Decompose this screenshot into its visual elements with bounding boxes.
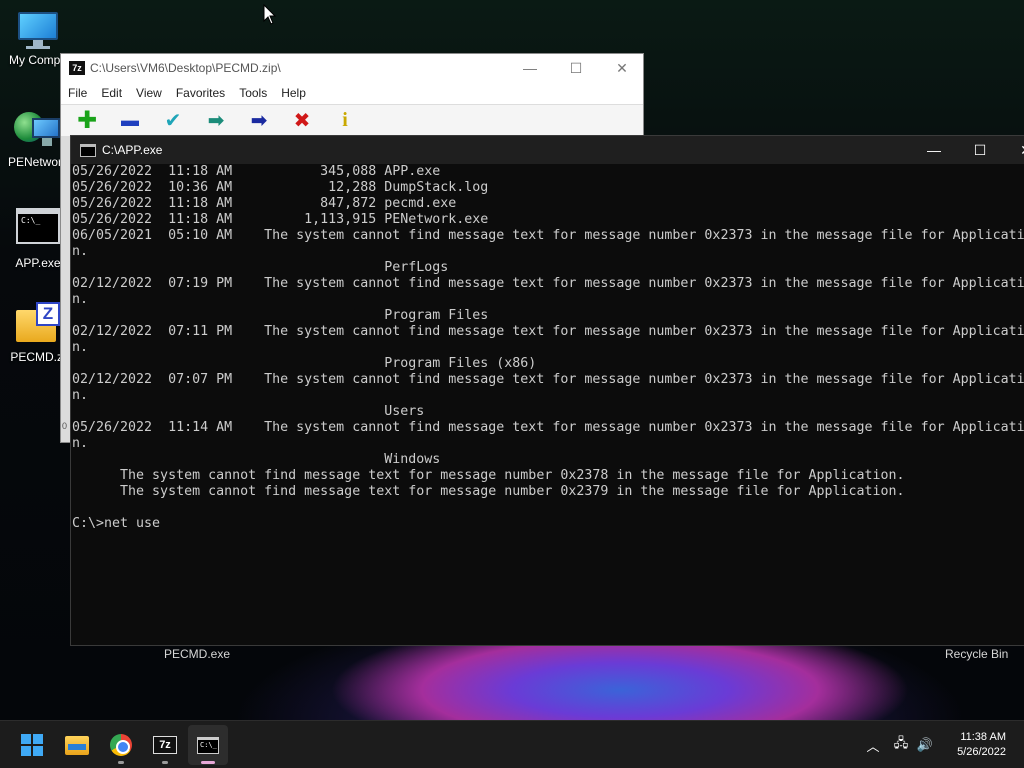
menu-tools[interactable]: Tools [232,86,274,100]
console-line: n. [72,292,89,307]
copy-icon[interactable]: ➡ [199,107,233,135]
console-line: 05/26/2022 11:18 AM 1,113,915 PENetwork.… [72,212,489,227]
folder-icon [65,735,89,755]
console-line: 02/12/2022 07:19 PM The system cannot fi… [72,276,1024,291]
zip-archive-icon: Z [16,302,60,342]
wallpaper-label-recycle-bin[interactable]: Recycle Bin [945,647,1008,661]
clock-time: 11:38 AM [960,731,1006,743]
chrome-icon [110,734,132,756]
close-icon[interactable]: ✕ [1003,136,1024,164]
menu-edit[interactable]: Edit [94,86,129,100]
console-line: Windows [72,452,441,467]
7zip-titlebar[interactable]: 7z C:\Users\VM6\Desktop\PECMD.zip\ — ☐ ✕ [61,54,643,82]
console-line: n. [72,244,89,259]
console-line: 02/12/2022 07:07 PM The system cannot fi… [72,372,1024,387]
console-line: 05/26/2022 10:36 AM 12,288 DumpStack.log [72,180,489,195]
console-line: Users [72,404,425,419]
console-line: 05/26/2022 11:18 AM 345,088 APP.exe [72,164,441,179]
7zip-toolbar: ✚ ▬ ✔ ➡ ➡ ✖ i [61,104,643,136]
running-indicator [118,761,124,764]
minimize-icon[interactable]: — [911,136,957,164]
console-line: 05/26/2022 11:18 AM 847,872 pecmd.exe [72,196,457,211]
mouse-cursor-icon [263,4,277,25]
console-app-icon: C:\_ [16,208,60,244]
console-line: 02/12/2022 07:11 PM The system cannot fi… [72,324,1024,339]
computer-icon [16,10,60,50]
extract-icon[interactable]: ▬ [113,107,147,135]
taskbar-chrome[interactable] [101,725,141,765]
side-text: 0 [62,421,68,431]
console-line: The system cannot find message text for … [72,484,905,499]
wallpaper-label-pecmd[interactable]: PECMD.exe [164,647,230,661]
console-line: n. [72,340,89,355]
7zip-app-icon: 7z [69,61,85,75]
cmd-window-title: C:\APP.exe [102,143,163,157]
network-icon [14,108,62,152]
windows-logo-icon [21,734,43,756]
move-icon[interactable]: ➡ [242,107,276,135]
menu-file[interactable]: File [61,86,94,100]
maximize-icon[interactable]: ☐ [957,136,1003,164]
clock-date: 5/26/2022 [957,746,1006,758]
taskbar: 7z C:\_ ︿ 🖧 🔊 11:38 AM 5/26/2022 [0,720,1024,768]
start-button[interactable] [12,725,52,765]
7zip-window-title: C:\Users\VM6\Desktop\PECMD.zip\ [90,61,281,75]
console-line: The system cannot find message text for … [72,468,905,483]
console-line: 05/26/2022 11:14 AM The system cannot fi… [72,420,1024,435]
delete-icon[interactable]: ✖ [285,107,319,135]
add-icon[interactable]: ✚ [70,107,104,135]
console-line: C:\>net use [72,516,161,531]
network-icon[interactable]: 🖧 [890,721,912,768]
menu-favorites[interactable]: Favorites [169,86,232,100]
maximize-icon[interactable]: ☐ [553,54,599,82]
7zip-icon: 7z [153,736,177,754]
desktop: My Compu PENetwork C:\_ APP.exe Z PECMD.… [0,0,1024,720]
active-indicator [201,761,215,764]
clock[interactable]: 11:38 AM 5/26/2022 [957,730,1006,760]
7zip-menubar: File Edit View Favorites Tools Help [61,82,643,104]
menu-help[interactable]: Help [274,86,313,100]
show-hidden-icons-chevron-icon[interactable]: ︿ [862,721,884,768]
console-line: n. [72,436,89,451]
taskbar-7zip[interactable]: 7z [145,725,185,765]
command-prompt-icon: C:\_ [197,736,219,754]
info-icon[interactable]: i [328,107,362,135]
command-prompt-window[interactable]: C:\APP.exe — ☐ ✕ 05/26/2022 11:18 AM 345… [70,135,1024,646]
taskbar-file-explorer[interactable] [57,725,97,765]
running-indicator [162,761,168,764]
minimize-icon[interactable]: — [507,54,553,82]
taskbar-command-prompt[interactable]: C:\_ [188,725,228,765]
console-line: PerfLogs [72,260,449,275]
close-icon[interactable]: ✕ [599,54,645,82]
cmd-titlebar[interactable]: C:\APP.exe — ☐ ✕ [71,136,1024,164]
volume-icon[interactable]: 🔊 [914,721,936,768]
console-output[interactable]: 05/26/2022 11:18 AM 345,088 APP.exe 05/26… [71,164,1024,645]
cmd-app-icon [80,143,96,157]
console-line: 06/05/2021 05:10 AM The system cannot fi… [72,228,1024,243]
console-line: n. [72,388,89,403]
console-line: Program Files (x86) [72,356,537,371]
console-line: Program Files [72,308,489,323]
test-icon[interactable]: ✔ [156,107,190,135]
menu-view[interactable]: View [129,86,169,100]
